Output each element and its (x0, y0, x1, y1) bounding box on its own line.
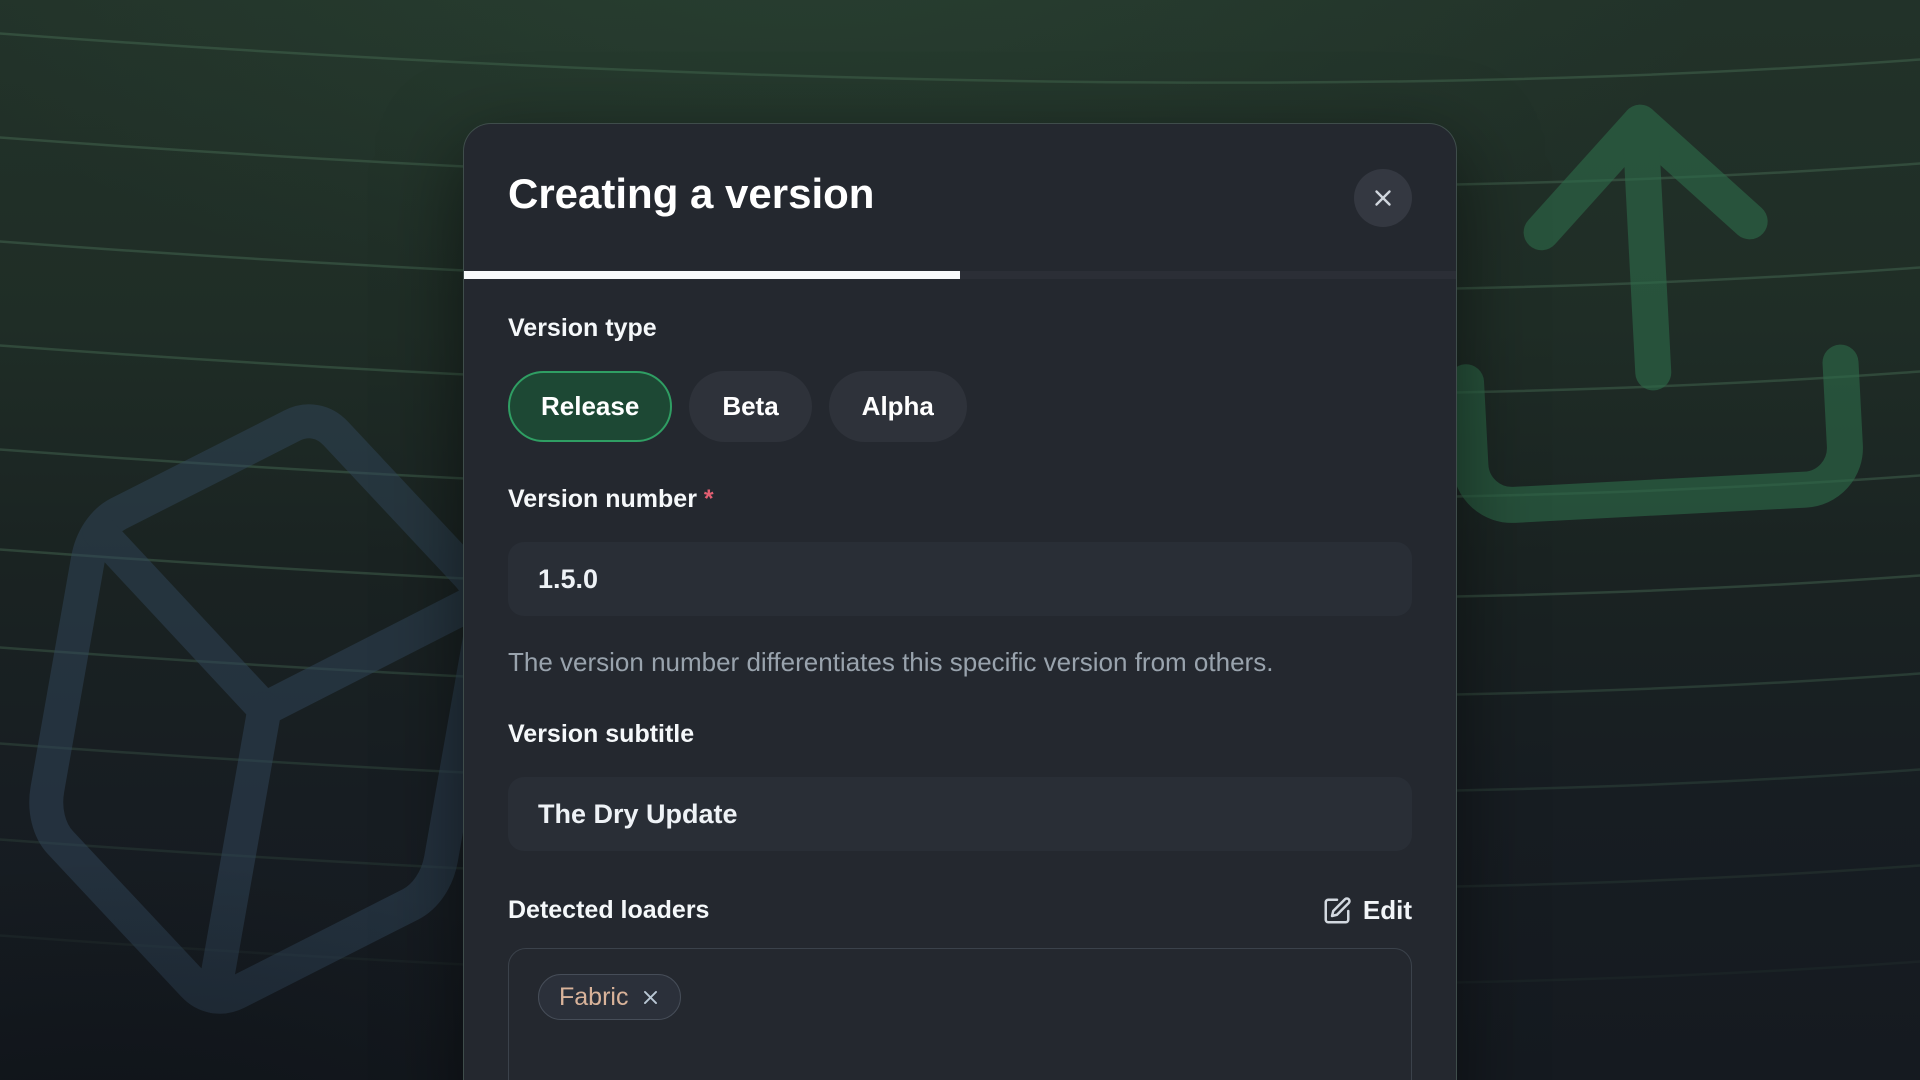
progress-bar-fill (464, 271, 960, 279)
edit-loaders-button[interactable]: Edit (1322, 895, 1412, 926)
detected-loaders-label: Detected loaders (508, 897, 709, 924)
screen: Creating a version Version type Release … (0, 0, 1920, 1080)
version-number-help: The version number differentiates this s… (508, 641, 1388, 683)
detected-loaders-box: Fabric (508, 948, 1412, 1080)
loader-name: Fabric (559, 983, 628, 1012)
version-number-label: Version number * (508, 486, 1412, 513)
close-button[interactable] (1354, 169, 1412, 227)
required-asterisk: * (704, 485, 714, 513)
x-icon (1370, 185, 1396, 211)
version-number-input[interactable] (508, 542, 1412, 616)
version-type-label: Version type (508, 315, 1412, 342)
version-subtitle-input[interactable] (508, 777, 1412, 851)
version-type-release-button[interactable]: Release (508, 371, 672, 442)
modal-body: Version type Release Beta Alpha Version … (464, 271, 1456, 1080)
upload-arrow-icon (1387, 47, 1912, 572)
modal-header: Creating a version (464, 124, 1456, 271)
version-type-alpha-button[interactable]: Alpha (829, 371, 967, 442)
detected-loaders-row: Detected loaders Edit (508, 895, 1412, 926)
square-pen-icon (1322, 896, 1352, 926)
version-type-options: Release Beta Alpha (508, 371, 1412, 442)
edit-label: Edit (1363, 895, 1412, 926)
create-version-modal: Creating a version Version type Release … (463, 123, 1457, 1080)
version-type-beta-button[interactable]: Beta (689, 371, 811, 442)
remove-loader-icon[interactable] (641, 988, 660, 1007)
loader-tag-fabric: Fabric (538, 974, 681, 1020)
version-subtitle-label: Version subtitle (508, 721, 1412, 748)
modal-title: Creating a version (508, 170, 874, 218)
progress-bar (464, 271, 1456, 279)
